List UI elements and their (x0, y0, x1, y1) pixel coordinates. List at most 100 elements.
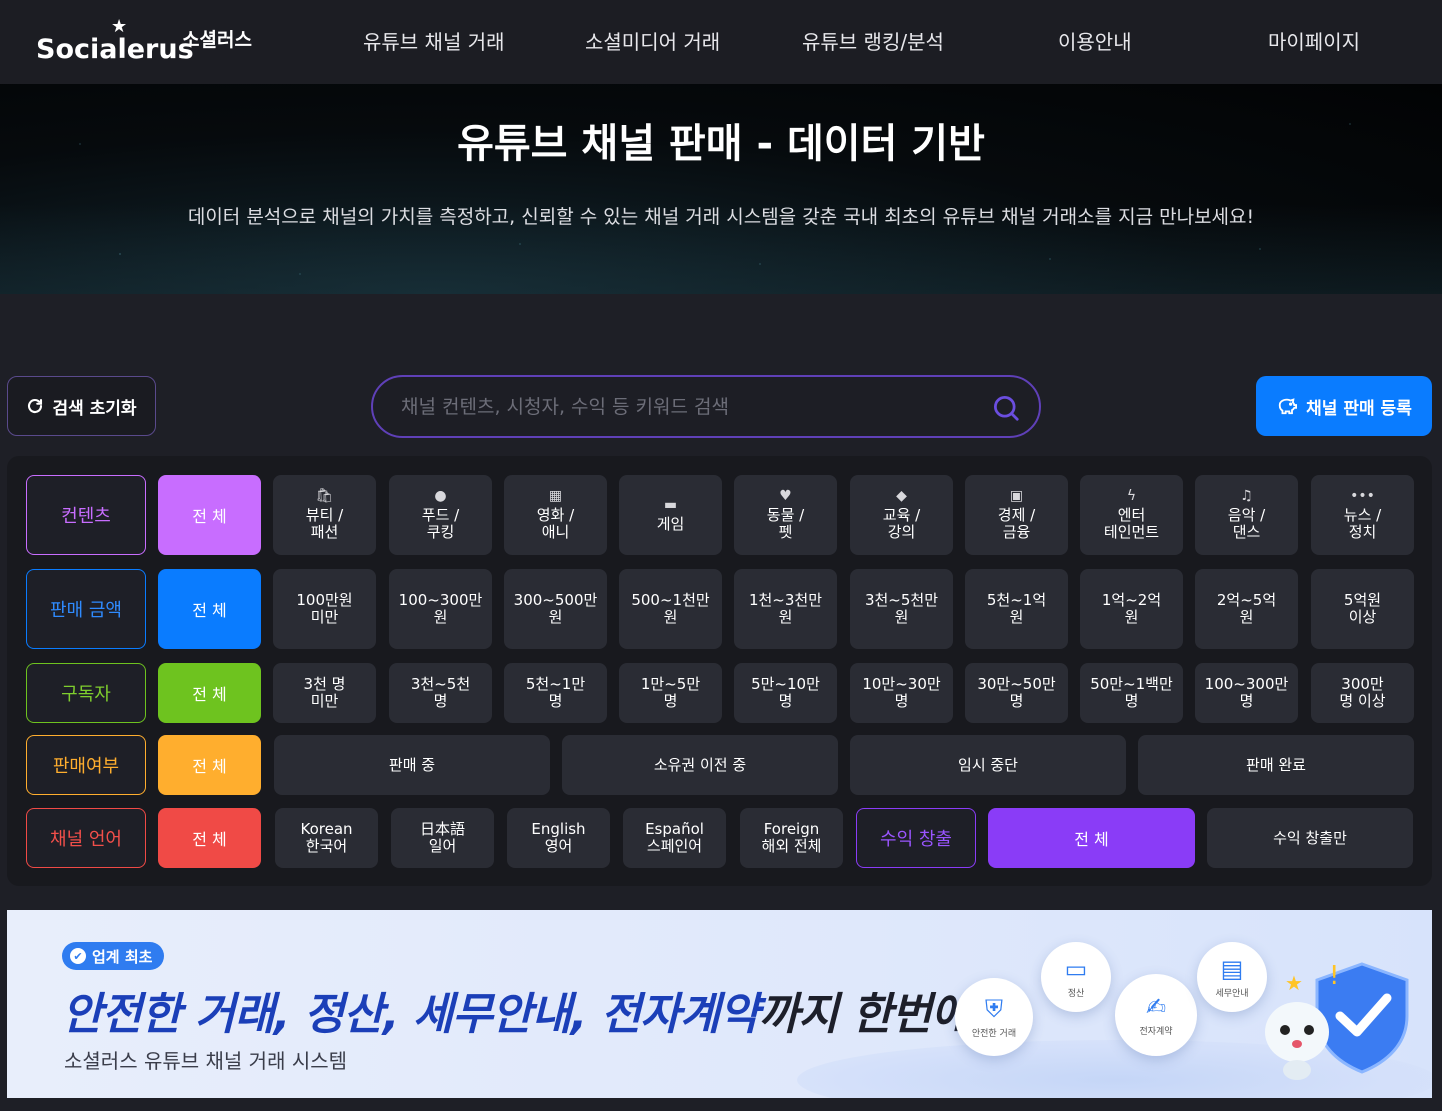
option-line-1: 100~300만 (1204, 675, 1289, 693)
filter-option-language[interactable]: Foreign 해외 전체 (740, 808, 843, 868)
filter-all-subscribers[interactable]: 전 체 (158, 663, 261, 723)
nav-social-media-trade[interactable]: 소셜미디어 거래 (585, 26, 720, 55)
svg-text:★: ★ (1285, 972, 1303, 995)
register-channel-label: 채널 판매 등록 (1306, 398, 1412, 419)
filter-option-status[interactable]: 소유권 이전 중 (562, 735, 838, 795)
filter-label-text: 채널 언어 (50, 829, 122, 850)
filter-option-price[interactable]: 100만원 미만 (273, 569, 376, 649)
filter-option-content[interactable]: ◆ 교육 / 강의 (850, 475, 953, 555)
industry-first-badge: ✔ 업계 최초 (62, 942, 165, 970)
filter-all-language[interactable]: 전 체 (158, 808, 261, 868)
nav-youtube-ranking[interactable]: 유튜브 랭킹/분석 (802, 26, 944, 55)
filter-option-status[interactable]: 판매 완료 (1138, 735, 1414, 795)
filter-option-content[interactable]: ▦ 영화 / 애니 (504, 475, 607, 555)
option-line-1: 음악 / (1227, 506, 1266, 524)
top-navigation: ★ Socialerus 소셜러스 유튜브 채널 거래 소셜미디어 거래 유튜브… (0, 0, 1442, 84)
filter-option-price[interactable]: 500~1천만 원 (619, 569, 722, 649)
option-line-2: 명 (778, 692, 793, 710)
option-line-2: 원 (433, 608, 448, 626)
filter-option-label: 임시 중단 (958, 755, 1018, 774)
option-line-1: 5만~10만 (751, 675, 820, 693)
option-line-2: 명 (663, 692, 678, 710)
filter-option-subscribers[interactable]: 5천~1만 명 (504, 663, 607, 723)
option-line-2: 패션 (310, 523, 339, 541)
filter-option-content[interactable]: ● 푸드 / 쿠킹 (389, 475, 492, 555)
piggy-bank-icon (1278, 398, 1298, 415)
filter-option-price[interactable]: 5억원 이상 (1311, 569, 1414, 649)
option-line-1: 뷰티 / (305, 506, 344, 524)
filter-all-content[interactable]: 전 체 (158, 475, 261, 555)
filter-option-price[interactable]: 5천~1억 원 (965, 569, 1068, 649)
filter-option-language[interactable]: Español 스페인어 (623, 808, 726, 868)
filter-label-content: 컨텐츠 (26, 475, 146, 555)
search-icon[interactable] (991, 393, 1021, 423)
option-line-1: 日本語 (419, 820, 465, 838)
search-input[interactable] (401, 391, 981, 423)
mascot-character: ★ (1265, 972, 1329, 1080)
filter-option-subscribers[interactable]: 1만~5만 명 (619, 663, 722, 723)
option-line-2: 강의 (887, 523, 916, 541)
filter-option-subscribers[interactable]: 5만~10만 명 (734, 663, 837, 723)
option-line-2: 미만 (310, 692, 339, 710)
hero-title: 유튜브 채널 판매 - 데이터 기반 (457, 121, 985, 167)
option-line-1: 5억원 (1343, 591, 1382, 609)
option-line-1: Foreign (763, 820, 820, 838)
reset-search-button[interactable]: 검색 초기화 (7, 376, 156, 436)
option-line-2: 일어 (428, 837, 457, 855)
filter-option-content[interactable]: ▣ 경제 / 금융 (965, 475, 1068, 555)
nav-mypage[interactable]: 마이페이지 (1268, 26, 1360, 55)
filter-option-content[interactable]: ▬ 게임 (619, 475, 722, 555)
option-line-1: 뉴스 / (1343, 506, 1382, 524)
search-bar[interactable] (371, 375, 1041, 438)
filter-option-price[interactable]: 100~300만 원 (389, 569, 492, 649)
filter-option-content[interactable]: ♫ 음악 / 댄스 (1195, 475, 1298, 555)
filter-option-content[interactable]: ••• 뉴스 / 정치 (1311, 475, 1414, 555)
filter-option-content[interactable]: ♥ 동물 / 펫 (734, 475, 837, 555)
filter-all-label: 전 체 (192, 685, 227, 704)
nav-youtube-trade[interactable]: 유튜브 채널 거래 (363, 26, 505, 55)
filter-option-label: 소유권 이전 중 (653, 755, 747, 774)
option-line-2: 쿠킹 (426, 523, 455, 541)
option-line-1: 동물 / (766, 506, 805, 524)
filter-option-price[interactable]: 1억~2억 원 (1080, 569, 1183, 649)
filter-option-price[interactable]: 300~500만 원 (504, 569, 607, 649)
logo-text: Socialerus (36, 34, 194, 65)
register-channel-button[interactable]: 채널 판매 등록 (1256, 376, 1432, 436)
filter-option-content[interactable]: 🛍 뷰티 / 패션 (273, 475, 376, 555)
logo[interactable]: ★ Socialerus 소셜러스 (36, 16, 276, 72)
filter-option-content[interactable]: ϟ 엔터 테인먼트 (1080, 475, 1183, 555)
option-line-2: 원 (548, 608, 563, 626)
option-line-1: 10만~30만 (862, 675, 941, 693)
filter-option-price[interactable]: 3천~5천만 원 (850, 569, 953, 649)
option-line-2: 한국어 (305, 837, 348, 855)
filter-option-subscribers[interactable]: 50만~1백만 명 (1080, 663, 1183, 723)
filter-all-monetization[interactable]: 전 체 (988, 808, 1195, 868)
headline-blue-part: 안전한 거래, 정산, 세무안내, 전자계약 (62, 989, 760, 1040)
settlement-bubble: ▭ 정산 (1041, 942, 1111, 1012)
option-line-1: 1억~2억 (1101, 591, 1162, 609)
filter-all-status[interactable]: 전 체 (158, 735, 261, 795)
filter-option-status[interactable]: 임시 중단 (850, 735, 1126, 795)
check-icon: ✔ (70, 948, 86, 964)
filter-option-subscribers[interactable]: 100~300만 명 (1195, 663, 1298, 723)
filter-label-language: 채널 언어 (26, 808, 146, 868)
option-line-1: 30만~50만 (977, 675, 1056, 693)
filter-option-subscribers[interactable]: 10만~30만 명 (850, 663, 953, 723)
filter-option-language[interactable]: Korean 한국어 (275, 808, 378, 868)
filter-option-subscribers[interactable]: 30만~50만 명 (965, 663, 1068, 723)
option-line-1: 2억~5억 (1216, 591, 1277, 609)
filter-option-language[interactable]: 日本語 일어 (391, 808, 494, 868)
option-line-1: 3천~5천만 (864, 591, 939, 609)
filter-option-subscribers[interactable]: 3천~5천 명 (389, 663, 492, 723)
filter-option-subscribers[interactable]: 3천 명 미만 (273, 663, 376, 723)
filter-option-monetization-only[interactable]: 수익 창출만 (1207, 808, 1413, 868)
filter-option-price[interactable]: 2억~5억 원 (1195, 569, 1298, 649)
promo-banner[interactable]: ✔ 업계 최초 안전한 거래, 정산, 세무안내, 전자계약까지 한번에! 소셜… (7, 910, 1432, 1098)
filter-all-price[interactable]: 전 체 (158, 569, 261, 649)
filter-option-language[interactable]: English 영어 (507, 808, 610, 868)
filter-option-price[interactable]: 1천~3천만 원 (734, 569, 837, 649)
filter-option-subscribers[interactable]: 300만 명 이상 (1311, 663, 1414, 723)
filter-option-status[interactable]: 판매 중 (274, 735, 550, 795)
nav-guide[interactable]: 이용안내 (1058, 26, 1132, 55)
option-line-1: 500~1천만 (631, 591, 710, 609)
